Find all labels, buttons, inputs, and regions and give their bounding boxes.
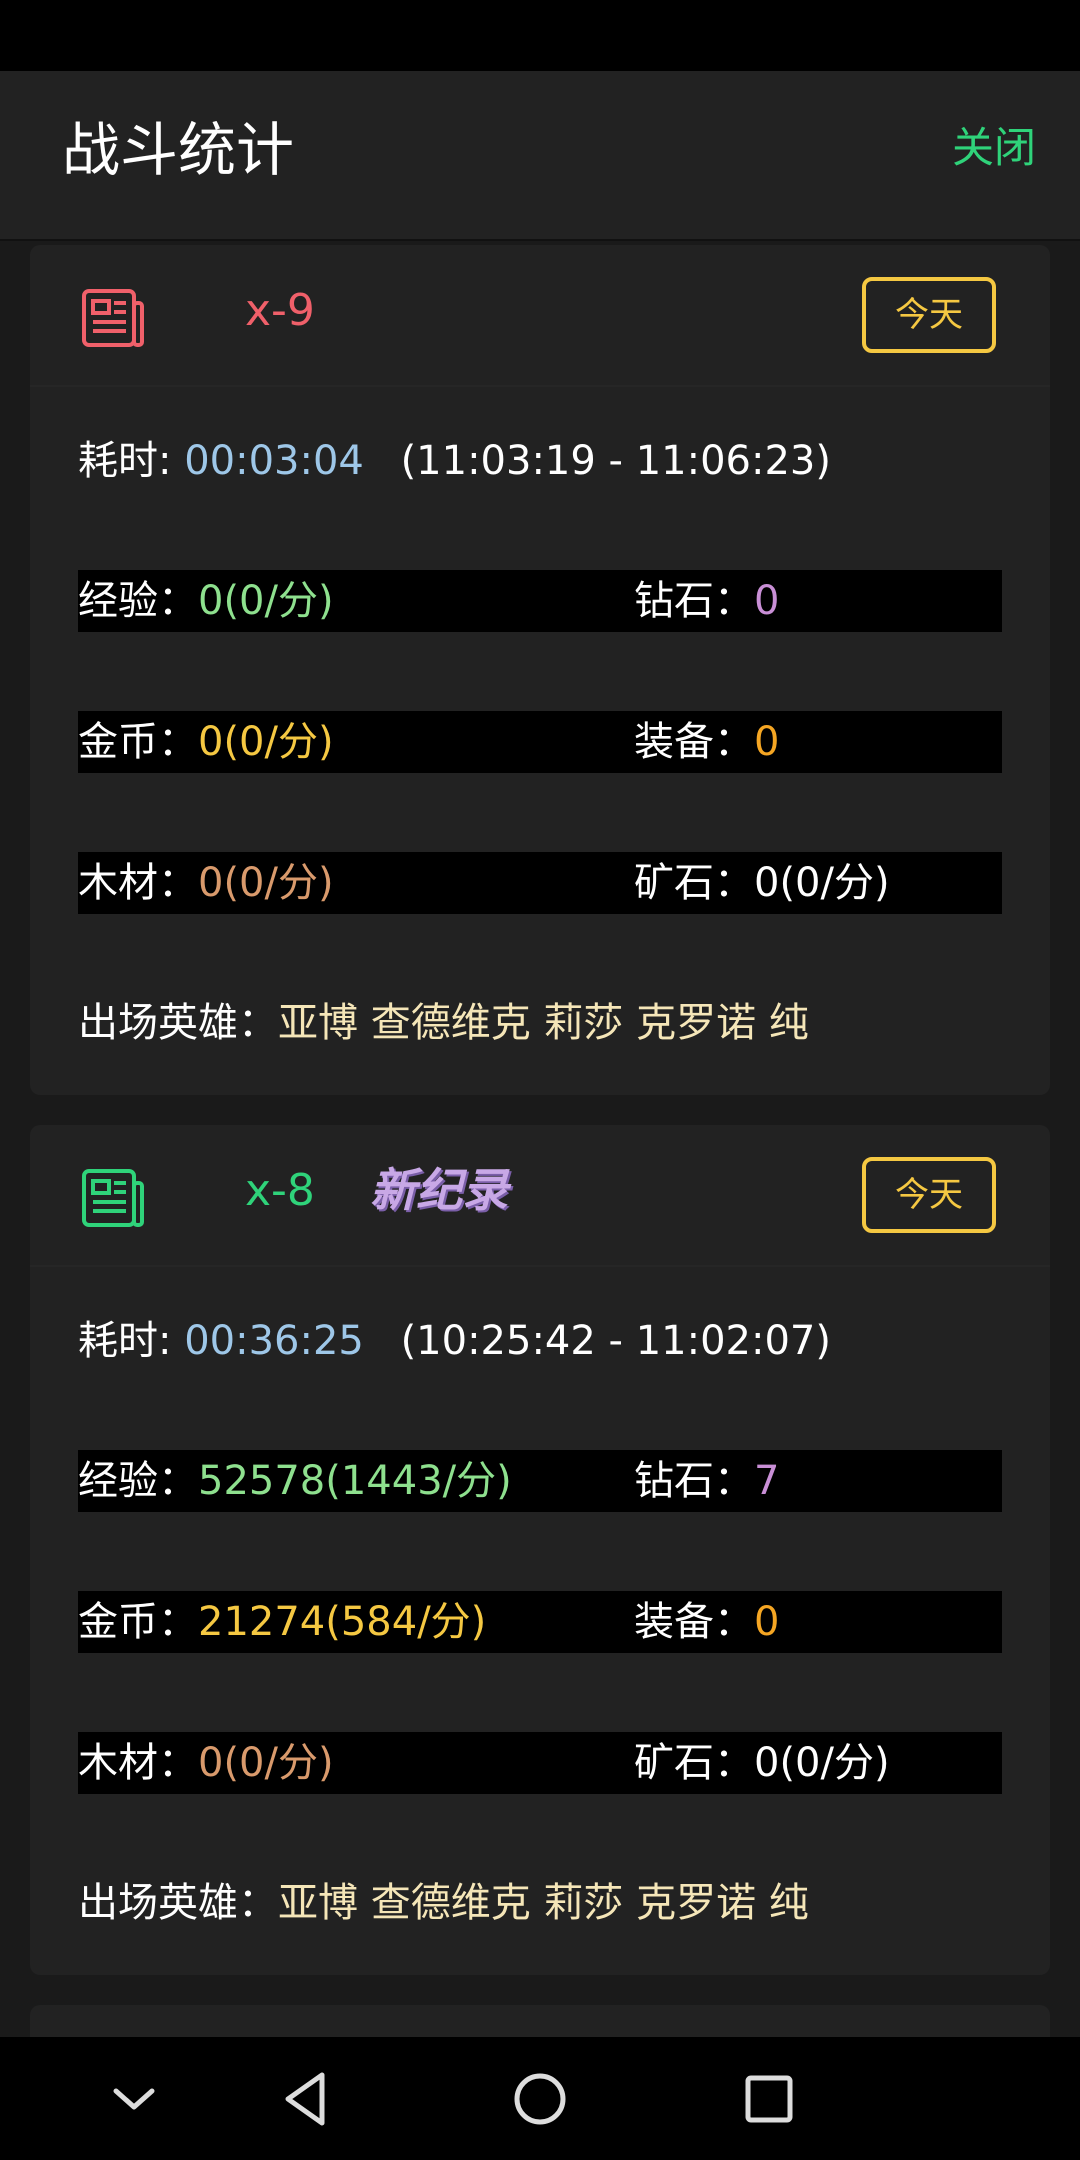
battle-card	[30, 2005, 1050, 2037]
diamond-value: 7	[754, 1458, 780, 1504]
duration-value: 00:36:25	[184, 1318, 364, 1364]
time-range: (10:25:42 - 11:02:07)	[400, 1318, 831, 1364]
stat-row-wood-ore: 木材：0(0/分) 矿石：0(0/分)	[78, 852, 1002, 914]
ore-label: 矿石：	[634, 1740, 754, 1786]
time-range: (11:03:19 - 11:06:23)	[400, 438, 831, 484]
back-icon[interactable]	[276, 2067, 340, 2131]
stat-row-exp-diamond: 经验：0(0/分) 钻石：0	[78, 570, 1002, 632]
equip-label: 装备：	[634, 719, 754, 765]
wood-value: 0(0/分)	[198, 860, 334, 906]
exp-value: 0(0/分)	[198, 578, 334, 624]
stat-row-exp-diamond: 经验：52578(1443/分) 钻石：7	[78, 1450, 1002, 1512]
diamond-value: 0	[754, 578, 780, 624]
card-header: x-9 今天	[30, 245, 1050, 387]
card-header: x-8 新纪录 今天	[30, 1125, 1050, 1267]
duration-label: 耗时:	[78, 438, 172, 484]
heroes-label: 出场英雄：	[78, 1880, 278, 1926]
ore-value: 0(0/分)	[754, 1740, 890, 1786]
exp-value: 52578(1443/分)	[198, 1458, 512, 1504]
wood-value: 0(0/分)	[198, 1740, 334, 1786]
today-button[interactable]: 今天	[862, 277, 996, 353]
gold-value: 21274(584/分)	[198, 1599, 487, 1645]
duration-label: 耗时:	[78, 1318, 172, 1364]
heroes-label: 出场英雄：	[78, 1000, 278, 1046]
page-title: 战斗统计	[62, 116, 295, 184]
level-label: x-8	[245, 1165, 315, 1216]
duration-row: 耗时: 00:03:04 (11:03:19 - 11:06:23)	[78, 441, 831, 481]
battle-card: x-9 今天 耗时: 00:03:04 (11:03:19 - 11:06:23…	[30, 245, 1050, 1095]
status-bar	[0, 0, 1080, 71]
wood-label: 木材：	[78, 860, 198, 906]
diamond-label: 钻石：	[634, 1458, 754, 1504]
stat-row-wood-ore: 木材：0(0/分) 矿石：0(0/分)	[78, 1732, 1002, 1794]
diamond-label: 钻石：	[634, 578, 754, 624]
ore-label: 矿石：	[634, 860, 754, 906]
heroes-names: 亚博 查德维克 莉莎 克罗诺 纯	[278, 1000, 809, 1046]
close-button[interactable]: 关闭	[952, 127, 1036, 169]
equip-value: 0	[754, 1599, 780, 1645]
wood-label: 木材：	[78, 1740, 198, 1786]
header: 战斗统计 关闭	[0, 71, 1080, 241]
duration-value: 00:03:04	[184, 438, 364, 484]
exp-label: 经验：	[78, 578, 198, 624]
ore-value: 0(0/分)	[754, 860, 890, 906]
new-record-badge: 新纪录	[370, 1163, 508, 1217]
system-nav-bar	[0, 2037, 1080, 2160]
equip-value: 0	[754, 719, 780, 765]
home-icon[interactable]	[508, 2067, 572, 2131]
chevron-down-icon[interactable]	[102, 2067, 166, 2131]
gold-label: 金币：	[78, 719, 198, 765]
equip-label: 装备：	[634, 1599, 754, 1645]
duration-row: 耗时: 00:36:25 (10:25:42 - 11:02:07)	[78, 1321, 831, 1361]
today-button[interactable]: 今天	[862, 1157, 996, 1233]
gold-label: 金币：	[78, 1599, 198, 1645]
heroes-row: 出场英雄：亚博 查德维克 莉莎 克罗诺 纯	[78, 1003, 809, 1043]
recents-icon[interactable]	[737, 2067, 801, 2131]
document-icon	[82, 289, 144, 347]
heroes-names: 亚博 查德维克 莉莎 克罗诺 纯	[278, 1880, 809, 1926]
heroes-row: 出场英雄：亚博 查德维克 莉莎 克罗诺 纯	[78, 1883, 809, 1923]
stat-row-gold-equip: 金币：21274(584/分) 装备：0	[78, 1591, 1002, 1653]
battle-card: x-8 新纪录 今天 耗时: 00:36:25 (10:25:42 - 11:0…	[30, 1125, 1050, 1975]
stat-row-gold-equip: 金币：0(0/分) 装备：0	[78, 711, 1002, 773]
document-icon	[82, 1169, 144, 1227]
exp-label: 经验：	[78, 1458, 198, 1504]
stats-list[interactable]: x-9 今天 耗时: 00:03:04 (11:03:19 - 11:06:23…	[0, 241, 1080, 2037]
gold-value: 0(0/分)	[198, 719, 334, 765]
level-label: x-9	[245, 285, 315, 336]
